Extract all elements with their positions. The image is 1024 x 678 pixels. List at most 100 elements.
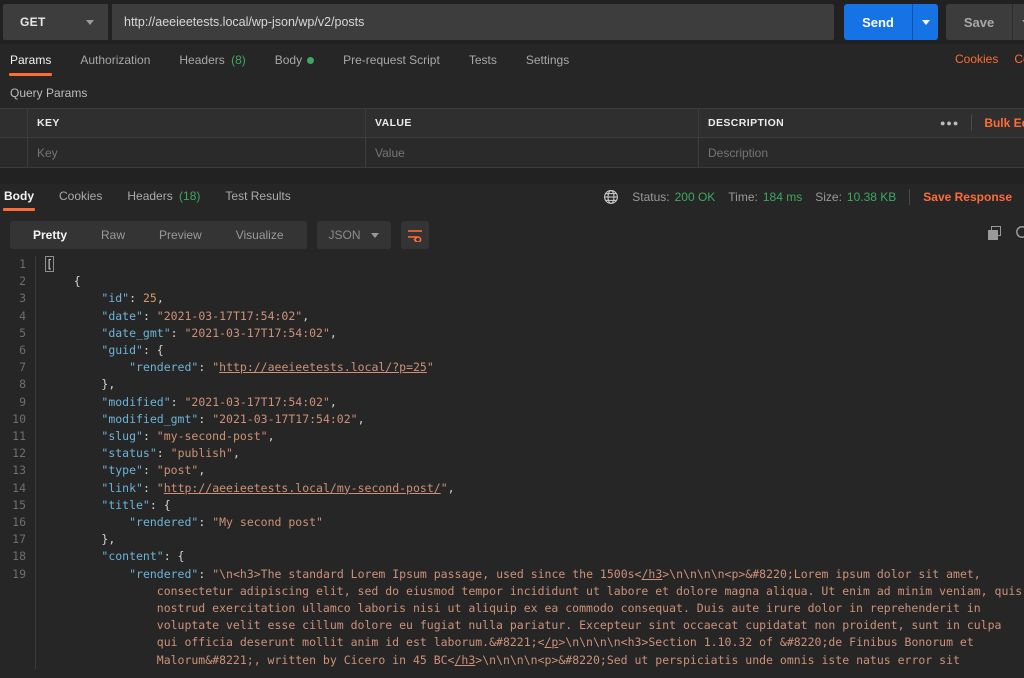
method-select[interactable]: GET (3, 4, 108, 40)
view-tab-pretty[interactable]: Pretty (16, 228, 84, 242)
send-button[interactable]: Send (844, 4, 938, 40)
request-bar: GET Send Save (0, 0, 1024, 44)
json-punctuation (46, 395, 101, 409)
code-line-content: "title": { (36, 497, 1024, 514)
json-number: 25 (142, 291, 157, 306)
tab-tests[interactable]: Tests (468, 47, 498, 76)
time-value: 184 ms (762, 190, 803, 204)
tab-body[interactable]: Body (274, 47, 315, 76)
size-value: 10.38 KB (846, 190, 897, 204)
more-options-icon[interactable]: ●●● (940, 118, 959, 128)
view-tab-preview[interactable]: Preview (142, 228, 219, 242)
cookies-link[interactable]: Cookies (955, 52, 998, 66)
json-key: "date_gmt" (101, 325, 171, 340)
response-tab-cookies[interactable]: Cookies (58, 184, 103, 211)
tab-headers[interactable]: Headers (8) (178, 47, 246, 76)
line-number: 16 (0, 514, 36, 532)
json-punctuation: : (142, 308, 157, 323)
tab-pre-request-script[interactable]: Pre-request Script (342, 47, 441, 76)
json-punctuation: , (302, 308, 310, 323)
response-tab-headers[interactable]: Headers (18) (126, 184, 201, 211)
code-line-content: "rendered": "\n<h3>The standard Lorem Ip… (36, 566, 1024, 669)
json-punctuation: , (329, 394, 337, 409)
send-label: Send (862, 14, 894, 30)
param-value-input[interactable] (375, 145, 689, 160)
line-number: 19 (0, 565, 36, 669)
code-line-content: "rendered": "http://aeeieetests.local/?p… (36, 359, 1024, 376)
line-number: 7 (0, 359, 36, 377)
code-line: 7 "rendered": "http://aeeieetests.local/… (0, 359, 1024, 377)
json-punctuation (46, 412, 101, 426)
section-divider (0, 168, 1024, 184)
save-response-button[interactable]: Save Response (923, 190, 1012, 204)
json-key: "modified" (101, 394, 171, 409)
tab-authorization[interactable]: Authorization (79, 47, 151, 76)
json-link[interactable]: http://aeeieetests.local/?p=25 (219, 360, 427, 374)
row-select-cell[interactable] (0, 138, 28, 167)
json-punctuation: : { (142, 343, 164, 358)
response-view-tabs: Pretty Raw Preview Visualize (10, 221, 307, 249)
line-number: 3 (0, 290, 36, 308)
code-line: 18 "content": { (0, 548, 1024, 566)
code-line-content: "id": 25, (36, 290, 1024, 307)
value-column-header: VALUE (366, 109, 699, 137)
json-string: "publish" (170, 446, 233, 461)
code-line-content: "modified": "2021-03-17T17:54:02", (36, 394, 1024, 411)
search-icon[interactable] (1015, 225, 1024, 242)
save-label: Save (963, 14, 995, 30)
tab-label: Authorization (80, 53, 151, 67)
tab-settings[interactable]: Settings (525, 47, 570, 76)
json-punctuation (46, 429, 101, 443)
json-string: "My second post" (212, 515, 323, 530)
url-input[interactable] (112, 15, 834, 29)
json-punctuation: , (357, 411, 365, 426)
code-line-content: "date": "2021-03-17T17:54:02", (36, 308, 1024, 325)
bulk-edit-button[interactable]: Bulk Edit (984, 116, 1024, 130)
json-underlined-string: /h3 (641, 566, 663, 581)
copy-icon[interactable] (988, 226, 1003, 241)
view-tab-visualize[interactable]: Visualize (219, 228, 301, 242)
response-tab-body[interactable]: Body (3, 184, 35, 211)
format-select[interactable]: JSON (316, 221, 391, 249)
json-punctuation: }, (46, 532, 116, 547)
json-string: " (156, 480, 164, 495)
tab-params[interactable]: Params (9, 47, 53, 76)
json-punctuation: : (170, 325, 185, 340)
code-line-content: "date_gmt": "2021-03-17T17:54:02", (36, 325, 1024, 342)
json-key: "status" (101, 446, 157, 461)
json-key: "title" (101, 497, 150, 512)
response-meta: Status: 200 OK Time: 184 ms Size: 10.38 … (603, 189, 1024, 211)
json-string: "2021-03-17T17:54:02" (156, 308, 303, 323)
json-punctuation: : (156, 446, 171, 461)
format-label: JSON (328, 228, 361, 242)
json-punctuation (46, 309, 101, 323)
chevron-down-icon (86, 19, 94, 25)
json-punctuation: : (198, 360, 213, 375)
divider (971, 115, 973, 131)
json-link[interactable]: http://aeeieetests.local/my-second-post/ (164, 481, 441, 495)
json-punctuation: , (156, 291, 164, 306)
postman-app: GET Send Save Params Authorization Headers… (0, 0, 1024, 669)
send-options-button[interactable] (912, 4, 938, 40)
line-number: 2 (0, 273, 36, 291)
json-punctuation: : (129, 291, 143, 306)
json-key: "slug" (101, 429, 143, 444)
view-tab-raw[interactable]: Raw (84, 228, 142, 242)
select-column-header (0, 109, 28, 137)
json-punctuation: , (198, 463, 206, 478)
code-link[interactable]: Code (1014, 52, 1024, 66)
save-options-button[interactable] (1012, 4, 1024, 40)
json-punctuation: : (142, 463, 157, 478)
wrap-lines-button[interactable] (400, 221, 429, 249)
save-button[interactable]: Save (946, 4, 1024, 40)
json-key: "type" (101, 463, 143, 478)
response-tab-test-results[interactable]: Test Results (224, 184, 291, 211)
param-key-input[interactable] (37, 145, 356, 160)
network-globe-icon[interactable] (603, 189, 619, 205)
json-punctuation (46, 360, 129, 374)
param-description-input[interactable] (708, 145, 1015, 160)
json-cursor-bracket: [ (45, 256, 54, 272)
code-line: 19 "rendered": "\n<h3>The standard Lorem… (0, 565, 1024, 669)
json-key: "content" (101, 549, 164, 564)
line-number: 5 (0, 324, 36, 343)
